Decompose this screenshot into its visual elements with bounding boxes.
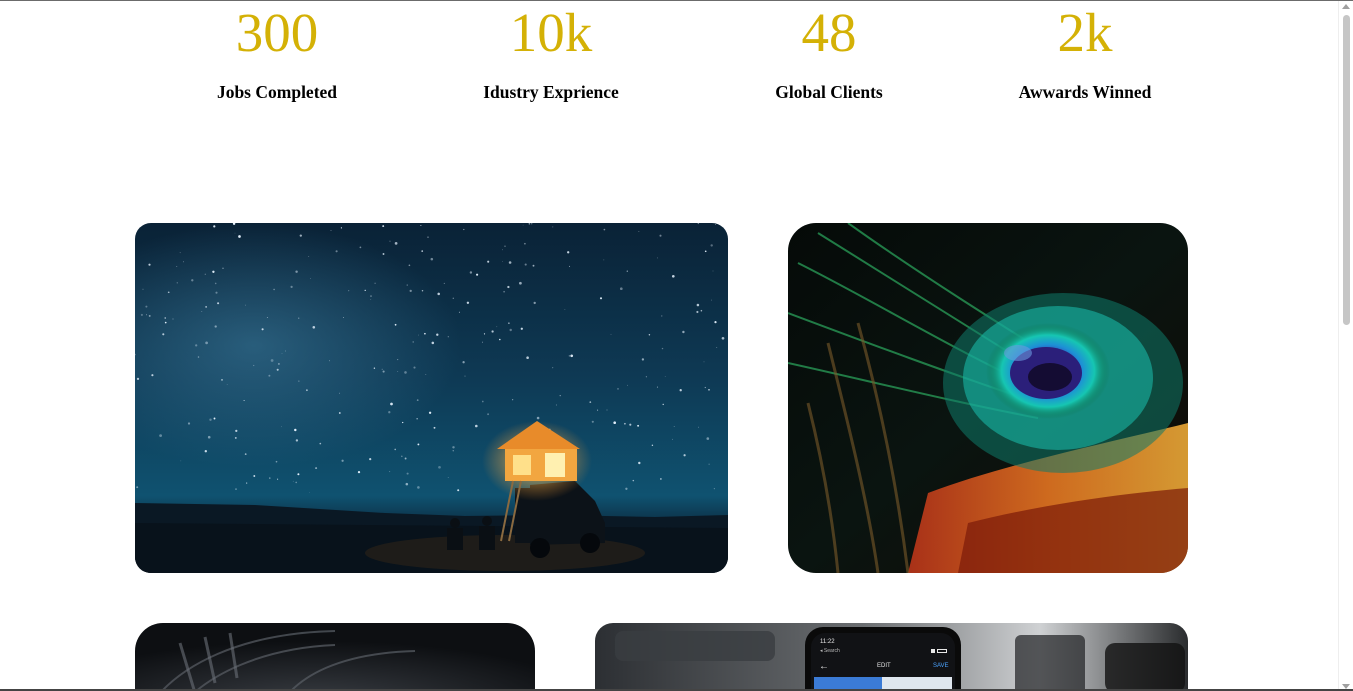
starry-night-camper-image: [135, 223, 728, 573]
stat-number: 48: [801, 2, 857, 63]
peacock-feather-svg: [788, 223, 1188, 573]
phone-status-icons: [931, 640, 951, 653]
page-scrollbar[interactable]: [1338, 1, 1353, 691]
phone-save-action: SAVE: [933, 663, 949, 669]
stat-label: Global Clients: [775, 82, 883, 102]
dark-tunnel-image: [135, 623, 535, 691]
stat-label: Awwards Winned: [1018, 82, 1152, 102]
stat-number: 300: [235, 2, 319, 63]
stat-industry-experience: 10k Idustry Exprience: [431, 1, 671, 103]
stat-global-clients: 48 Global Clients: [709, 1, 949, 103]
stat-number: 10k: [509, 2, 593, 63]
phone-screen-title: EDIT: [877, 663, 891, 669]
page: 300 Jobs Completed 10k Idustry Exprience…: [0, 0, 1353, 691]
phone-back-label: ◂ Search: [820, 648, 840, 654]
scroll-thumb[interactable]: [1343, 15, 1350, 325]
peacock-feather-image: [788, 223, 1188, 573]
stat-label: Jobs Completed: [216, 82, 338, 102]
starry-night-svg: [135, 223, 728, 573]
stat-label: Idustry Exprience: [483, 82, 619, 102]
phone-edit-screen-image: 11:22 ◂ Search ← EDIT SAVE: [595, 623, 1188, 691]
phone-back-arrow-icon: ←: [819, 661, 829, 672]
phone-status-time: 11:22: [820, 639, 835, 645]
stat-jobs-completed: 300 Jobs Completed: [157, 1, 397, 103]
dark-tunnel-svg: [135, 623, 535, 691]
scroll-up-arrow-icon[interactable]: [1342, 4, 1350, 9]
page-content: 300 Jobs Completed 10k Idustry Exprience…: [0, 1, 1338, 691]
stat-number: 2k: [1057, 2, 1113, 63]
stat-awards-winned: 2k Awwards Winned: [965, 1, 1205, 103]
